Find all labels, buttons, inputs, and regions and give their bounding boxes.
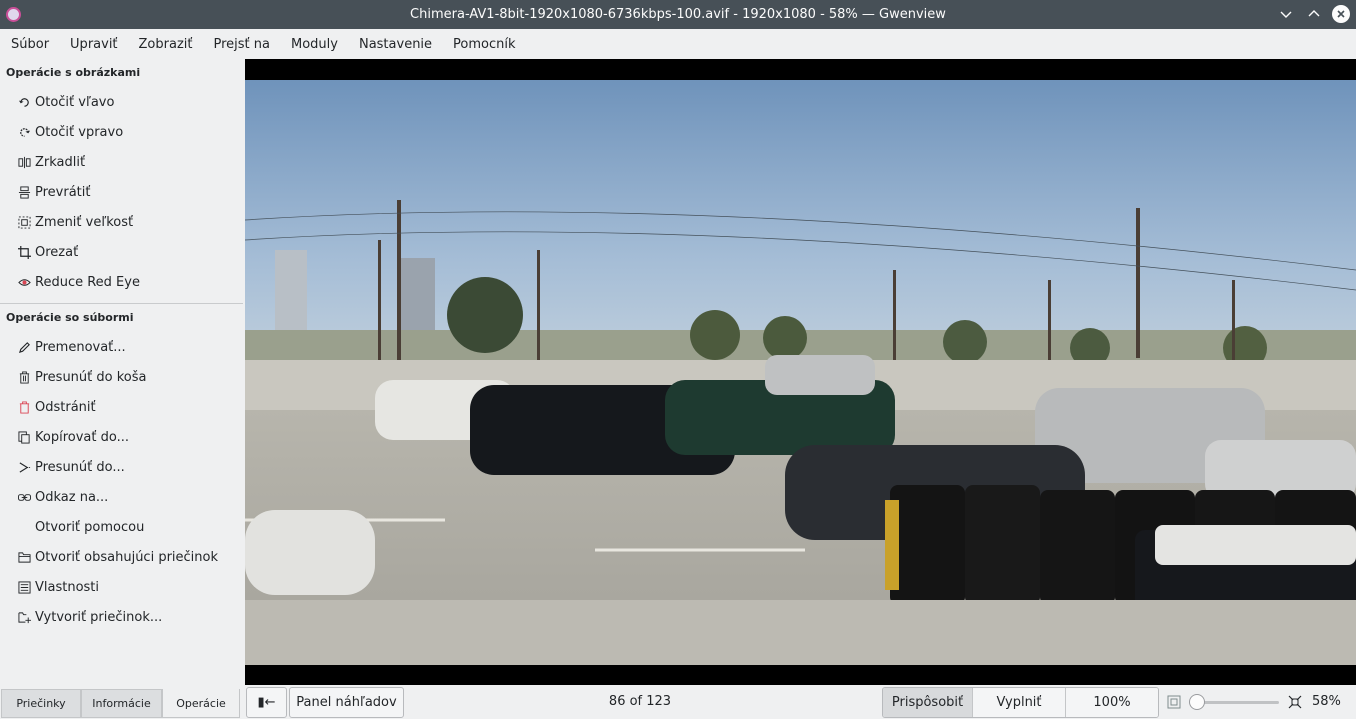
op-rename[interactable]: Premenovať...: [0, 332, 244, 362]
image-view[interactable]: [245, 59, 1356, 685]
status-bar: Priečinky Informácie Operácie ▮← Panel n…: [0, 686, 1356, 719]
menu-help[interactable]: Pomocník: [442, 37, 525, 52]
zoom-mode-group: Prispôsobiť Vyplniť 100%: [882, 687, 1159, 718]
delete-icon: [17, 400, 31, 414]
resize-icon: [17, 215, 31, 229]
op-rotate-right[interactable]: Otočiť vpravo: [0, 117, 244, 147]
operations-sidebar: Operácie s obrázkami Otočiť vľavo Otočiť…: [0, 59, 244, 686]
chevron-up-icon: [1308, 10, 1320, 17]
new-folder-icon: [17, 610, 31, 624]
zoom-slider[interactable]: [1189, 694, 1279, 710]
menu-bar: Súbor Upraviť Zobraziť Prejsť na Moduly …: [0, 29, 1356, 59]
op-link-to[interactable]: Odkaz na...: [0, 482, 244, 512]
op-flip[interactable]: Prevrátiť: [0, 177, 244, 207]
title-bar: Chimera-AV1-8bit-1920x1080-6736kbps-100.…: [0, 0, 1356, 29]
flip-icon: [17, 185, 31, 199]
sidebar-tabs: Priečinky Informácie Operácie: [1, 689, 240, 718]
image-counter: 86 of 123: [608, 694, 672, 709]
zoom-fill-button[interactable]: Vyplniť: [973, 688, 1066, 717]
op-reduce-red-eye[interactable]: Reduce Red Eye: [0, 267, 244, 297]
gwenview-app-icon[interactable]: [6, 7, 21, 22]
op-move-to[interactable]: Presunúť do...: [0, 452, 244, 482]
zoom-in-icon[interactable]: [1288, 695, 1302, 709]
menu-file[interactable]: Súbor: [0, 37, 59, 52]
op-resize[interactable]: Zmeniť veľkosť: [0, 207, 244, 237]
zoom-value: 58%: [1312, 694, 1341, 709]
crop-icon: [17, 245, 31, 259]
photo-highway-traffic: [245, 80, 1356, 665]
rotate-left-icon: [17, 95, 31, 109]
menu-settings[interactable]: Nastavenie: [348, 37, 442, 52]
chevron-down-icon: [1280, 11, 1292, 18]
close-icon: [1337, 10, 1345, 18]
op-properties[interactable]: Vlastnosti: [0, 572, 244, 602]
close-button[interactable]: [1332, 5, 1350, 23]
op-mirror[interactable]: Zrkadliť: [0, 147, 244, 177]
zoom-100-button[interactable]: 100%: [1066, 688, 1158, 717]
trash-icon: [17, 370, 31, 384]
minimize-button[interactable]: [1276, 4, 1296, 24]
tab-folders[interactable]: Priečinky: [1, 689, 81, 718]
op-create-folder[interactable]: Vytvoriť priečinok...: [0, 602, 244, 632]
tab-operations[interactable]: Operácie: [162, 689, 240, 718]
op-copy-to[interactable]: Kopírovať do...: [0, 422, 244, 452]
mirror-icon: [17, 155, 31, 169]
zoom-out-icon[interactable]: [1167, 695, 1181, 709]
menu-go[interactable]: Prejsť na: [203, 37, 281, 52]
properties-icon: [17, 580, 31, 594]
file-ops-title: Operácie so súbormi: [6, 311, 134, 324]
op-delete[interactable]: Odstrániť: [0, 392, 244, 422]
op-crop[interactable]: Orezať: [0, 237, 244, 267]
menu-view[interactable]: Zobraziť: [128, 37, 203, 52]
tab-information[interactable]: Informácie: [81, 689, 162, 718]
menu-edit[interactable]: Upraviť: [59, 37, 127, 52]
op-rotate-left[interactable]: Otočiť vľavo: [0, 87, 244, 117]
pencil-icon: [17, 340, 31, 354]
menu-plugins[interactable]: Moduly: [280, 37, 348, 52]
toggle-sidebar-button[interactable]: ▮←: [246, 687, 287, 718]
zoom-fit-button[interactable]: Prispôsobiť: [883, 688, 973, 717]
zoom-slider-handle[interactable]: [1189, 694, 1205, 710]
op-open-with[interactable]: Otvoriť pomocou: [0, 512, 244, 542]
maximize-button[interactable]: [1304, 4, 1324, 24]
copy-icon: [17, 430, 31, 444]
folder-icon: [17, 550, 31, 564]
rotate-right-icon: [17, 125, 31, 139]
link-icon: [17, 490, 31, 504]
op-move-to-trash[interactable]: Presunúť do koša: [0, 362, 244, 392]
window-title: Chimera-AV1-8bit-1920x1080-6736kbps-100.…: [410, 7, 946, 22]
op-open-containing-folder[interactable]: Otvoriť obsahujúci priečinok: [0, 542, 244, 572]
move-icon: [17, 460, 31, 474]
thumbnail-bar-button[interactable]: Panel náhľadov: [289, 687, 404, 718]
image-ops-title: Operácie s obrázkami: [6, 66, 141, 79]
red-eye-icon: [17, 275, 31, 289]
